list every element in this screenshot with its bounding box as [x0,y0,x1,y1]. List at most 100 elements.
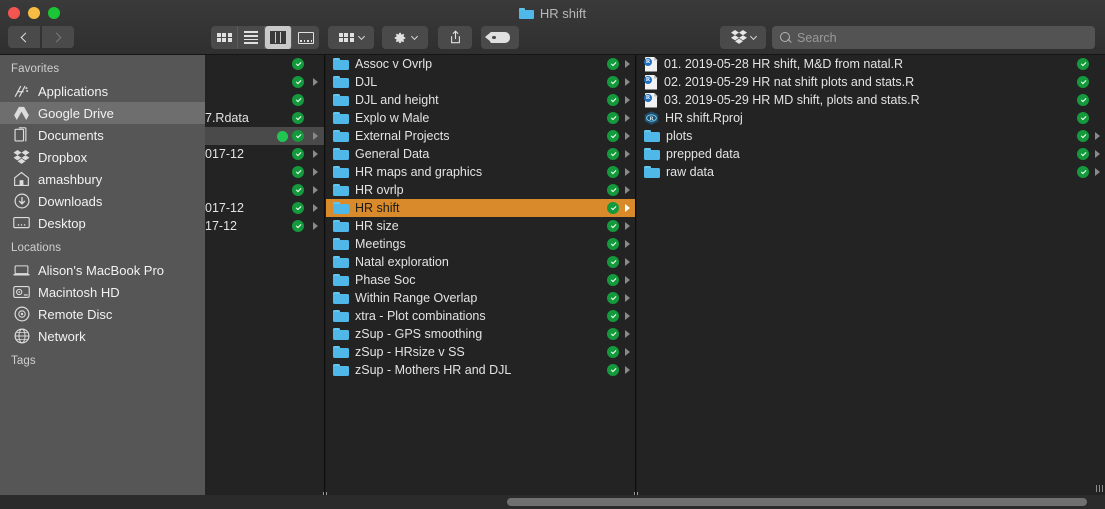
horizontal-scrollbar-thumb[interactable] [507,498,1087,506]
disclosure-triangle-icon[interactable] [625,114,630,122]
window-resize-grip[interactable] [1091,483,1103,495]
forward-button[interactable] [42,26,74,48]
disclosure-triangle-icon[interactable] [625,132,630,140]
disclosure-triangle-icon[interactable] [625,204,630,212]
file-row[interactable]: DJL [326,73,635,91]
disclosure-triangle-icon[interactable] [1095,168,1100,176]
list-view-button[interactable] [238,26,265,49]
disclosure-triangle-icon[interactable] [625,96,630,104]
file-row[interactable]: R 01. 2019-05-28 HR shift, M&D from natal… [637,55,1105,73]
file-row[interactable]: 17-12 [205,217,324,235]
disclosure-triangle-icon[interactable] [625,258,630,266]
file-row[interactable]: R 02. 2019-05-29 HR nat shift plots and s… [637,73,1105,91]
sidebar-item-applications[interactable]: Applications [0,80,205,102]
sidebar-item-network[interactable]: Network [0,325,205,347]
file-row[interactable]: raw data [637,163,1105,181]
file-row[interactable] [205,127,324,145]
disclosure-triangle-icon[interactable] [313,186,318,194]
file-row[interactable]: 7.Rdata [205,109,324,127]
disclosure-triangle-icon[interactable] [625,276,630,284]
file-row[interactable]: Assoc v Ovrlp [326,55,635,73]
file-name: Natal exploration [355,255,449,269]
back-button[interactable] [8,26,40,48]
share-button[interactable] [438,26,472,49]
sidebar-item-amashbury[interactable]: amashbury [0,168,205,190]
dropbox-button[interactable] [720,26,766,49]
sidebar-item-documents[interactable]: Documents [0,124,205,146]
disclosure-triangle-icon[interactable] [625,222,630,230]
file-row[interactable]: zSup - Mothers HR and DJL [326,361,635,379]
file-row[interactable]: zSup - HRsize v SS [326,343,635,361]
icon-view-button[interactable] [211,26,238,49]
rstudio-project-icon: R [644,111,659,125]
file-row[interactable] [205,73,324,91]
file-row[interactable]: HR ovrlp [326,181,635,199]
file-row[interactable]: 017-12 [205,199,324,217]
file-row[interactable]: HR shift [326,199,635,217]
file-row[interactable]: prepped data [637,145,1105,163]
disclosure-triangle-icon[interactable] [625,240,630,248]
file-row[interactable]: Phase Soc [326,271,635,289]
search-icon [780,32,791,43]
dropbox-synced-icon [607,148,619,160]
column-view-button[interactable] [265,26,292,49]
disclosure-triangle-icon[interactable] [625,186,630,194]
search-input[interactable]: Search [772,26,1095,49]
disclosure-triangle-icon[interactable] [625,330,630,338]
dropbox-synced-icon [292,184,304,196]
disclosure-triangle-icon[interactable] [625,168,630,176]
file-row[interactable]: 017-12 [205,145,324,163]
dropbox-synced-icon [292,76,304,88]
file-row[interactable]: General Data [326,145,635,163]
sidebar-item-macintosh-hd[interactable]: Macintosh HD [0,281,205,303]
file-row[interactable]: DJL and height [326,91,635,109]
file-row[interactable] [205,91,324,109]
disclosure-triangle-icon[interactable] [625,348,630,356]
file-row[interactable]: zSup - GPS smoothing [326,325,635,343]
sidebar-item-desktop[interactable]: Desktop [0,212,205,234]
file-row[interactable]: R 03. 2019-05-29 HR MD shift, plots and s… [637,91,1105,109]
action-button[interactable] [382,26,428,49]
disclosure-triangle-icon[interactable] [313,132,318,140]
column-1[interactable]: 7.Rdata 017-12 017-12 17-12 [205,55,325,509]
disclosure-triangle-icon[interactable] [313,222,318,230]
file-row[interactable]: Meetings [326,235,635,253]
file-row[interactable]: External Projects [326,127,635,145]
file-row[interactable]: xtra - Plot combinations [326,307,635,325]
disclosure-triangle-icon[interactable] [625,312,630,320]
disclosure-triangle-icon[interactable] [313,204,318,212]
sidebar-item-google-drive[interactable]: Google Drive [0,102,205,124]
sidebar-item-dropbox[interactable]: Dropbox [0,146,205,168]
disclosure-triangle-icon[interactable] [313,150,318,158]
horizontal-scrollbar[interactable] [432,495,1105,509]
column-3[interactable]: R 01. 2019-05-28 HR shift, M&D from natal… [637,55,1105,509]
column-2[interactable]: Assoc v Ovrlp DJL DJL and height Explo w Ma… [326,55,636,509]
disclosure-triangle-icon[interactable] [1095,150,1100,158]
disclosure-triangle-icon[interactable] [625,150,630,158]
folder-icon [644,165,660,179]
file-row[interactable]: HR size [326,217,635,235]
file-row[interactable]: Within Range Overlap [326,289,635,307]
disclosure-triangle-icon[interactable] [313,168,318,176]
arrange-button[interactable] [328,26,374,49]
file-row[interactable] [205,181,324,199]
disclosure-triangle-icon[interactable] [625,60,630,68]
file-row[interactable] [205,55,324,73]
file-row[interactable]: Explo w Male [326,109,635,127]
disclosure-triangle-icon[interactable] [625,78,630,86]
sidebar-item-alison-s-macbook-pro[interactable]: Alison's MacBook Pro [0,259,205,281]
file-row[interactable]: HR maps and graphics [326,163,635,181]
tags-button[interactable] [481,26,519,49]
disclosure-triangle-icon[interactable] [1095,132,1100,140]
sidebar-item-remote-disc[interactable]: Remote Disc [0,303,205,325]
disclosure-triangle-icon[interactable] [625,294,630,302]
disclosure-triangle-icon[interactable] [625,366,630,374]
sidebar-item-downloads[interactable]: Downloads [0,190,205,212]
file-row[interactable]: Natal exploration [326,253,635,271]
file-row[interactable]: R HR shift.Rproj [637,109,1105,127]
file-row[interactable]: plots [637,127,1105,145]
file-row[interactable] [205,163,324,181]
gallery-view-button[interactable] [292,26,319,49]
disclosure-triangle-icon[interactable] [313,78,318,86]
sidebar[interactable]: Favorites Applications Google Drive Documen… [0,55,205,509]
